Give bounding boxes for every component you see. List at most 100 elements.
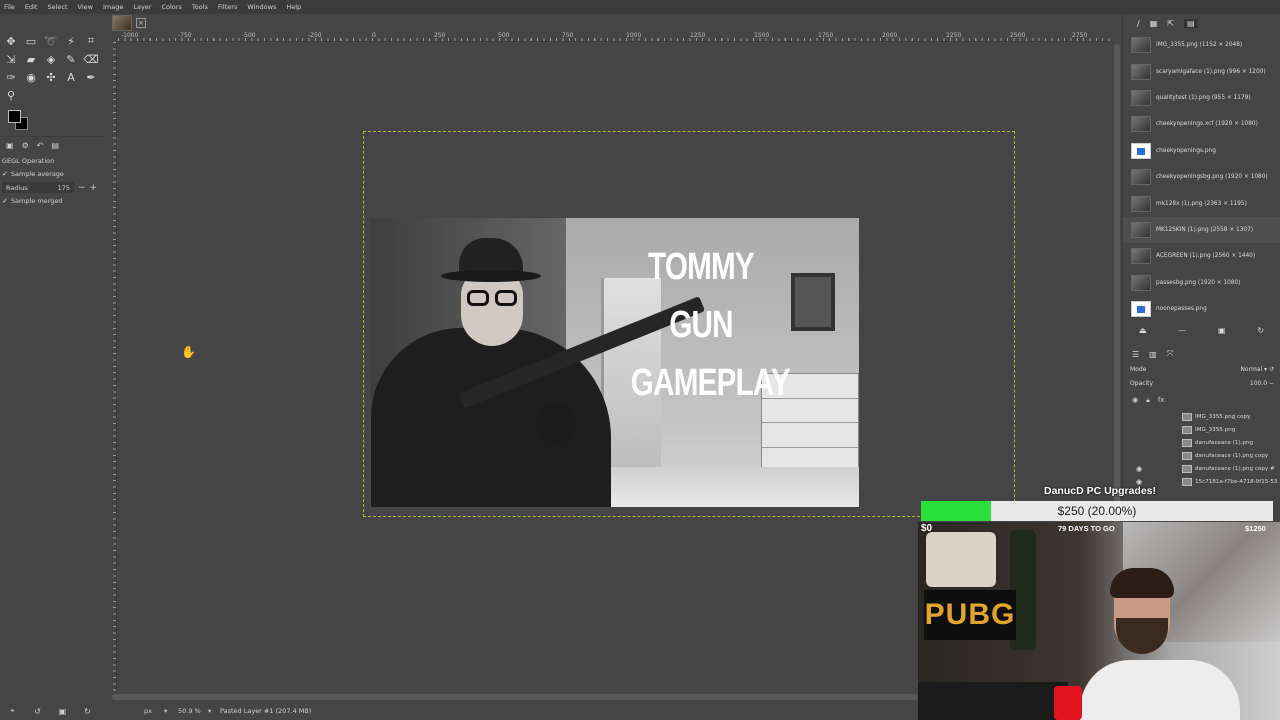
donation-amount: $250 (20.00%)	[1057, 504, 1137, 518]
brushes-tab-icon[interactable]: ∕	[1137, 19, 1140, 28]
ruler-label: 1250	[690, 32, 706, 39]
image-list-item[interactable]: noonepasses.png	[1123, 296, 1280, 322]
close-icon[interactable]: ×	[136, 18, 146, 28]
new-view-icon[interactable]: ▣	[1218, 326, 1226, 335]
lock-icon[interactable]: 🔒︎	[1146, 396, 1150, 405]
menu-windows[interactable]: Windows	[247, 3, 276, 11]
webcam-streamer-hair	[1110, 568, 1174, 598]
plus-icon[interactable]: +	[90, 183, 98, 193]
menu-layer[interactable]: Layer	[133, 3, 151, 11]
refresh-icon[interactable]: ↻	[1257, 326, 1264, 335]
mode-label: Mode	[1130, 365, 1147, 373]
raise-view-icon[interactable]: ⏏	[1139, 326, 1147, 335]
crop-tool-icon[interactable]: ⌗	[81, 32, 101, 50]
image-tab-thumbnail[interactable]	[112, 15, 132, 31]
horizontal-scrollbar[interactable]	[112, 694, 918, 700]
sample-average-option[interactable]: ✓ Sample average	[0, 168, 104, 180]
device-status-tab-icon[interactable]: ⚙	[22, 141, 29, 150]
image-list-item[interactable]: cheekyopeningsbg.png (1920 × 1080)	[1123, 164, 1280, 190]
ruler-label: 2500	[1010, 32, 1026, 39]
canvas-image[interactable]: TOMMY GUN GAMEPLAY	[371, 218, 859, 507]
foreground-color-swatch[interactable]	[8, 110, 21, 123]
smudge-tool-icon[interactable]: ◉	[21, 68, 41, 86]
donation-min-label: $0	[921, 523, 933, 534]
layer-row[interactable]: IMG_3355.png copy	[1122, 410, 1280, 423]
fx-icon[interactable]: fx	[1158, 396, 1165, 404]
warp-tool-icon[interactable]: ▰	[21, 50, 41, 68]
image-list-item[interactable]: ACEGREEN (1).png (2560 × 1440)	[1123, 243, 1280, 269]
images-icon[interactable]: ▣	[50, 707, 75, 716]
undo-history-tab-icon[interactable]: ↶	[37, 141, 44, 150]
images-tab-icon[interactable]: ▤	[51, 141, 59, 150]
layer-row[interactable]: danufaceace (1).png	[1122, 436, 1280, 449]
unified-transform-tool-icon[interactable]: ⇲	[1, 50, 21, 68]
move-tool-icon[interactable]: ✥	[1, 32, 21, 50]
eye-icon[interactable]: ◉	[1136, 465, 1182, 473]
ruler-label: 0	[372, 32, 376, 39]
fonts-tab-icon[interactable]: ⇱	[1167, 19, 1174, 28]
paths-tool-icon[interactable]: ✣	[41, 68, 61, 86]
tool-grid: ✥ ▭ ➰ ⚡ ⌗ ⇲ ▰ ◈ ✎ ⌫ ✑ ◉ ✣ A ✒ ⚲	[0, 30, 104, 104]
image-list-item[interactable]: cheekyopenings.png	[1123, 138, 1280, 164]
image-list-item[interactable]: passesbg.png (1920 × 1080)	[1123, 270, 1280, 296]
bucket-fill-tool-icon[interactable]: ◈	[41, 50, 61, 68]
minus-icon[interactable]: −	[78, 183, 86, 193]
ruler-corner[interactable]	[108, 32, 118, 42]
unit-select[interactable]: px	[144, 707, 164, 715]
chevron-down-icon[interactable]: ▾	[164, 707, 178, 715]
paintbrush-tool-icon[interactable]: ✎	[61, 50, 81, 68]
menubar: File Edit Select View Image Layer Colors…	[0, 0, 1280, 14]
mode-select[interactable]: Normal ▾ ↺	[1240, 366, 1274, 373]
zoom-tool-icon[interactable]: ⚲	[1, 86, 21, 104]
tool-options-tab-icon[interactable]: ▣	[6, 141, 14, 150]
zoom-select[interactable]: 50.9 %	[178, 707, 208, 715]
fuzzy-select-tool-icon[interactable]: ⚡	[61, 32, 81, 50]
layers-tab-icon[interactable]: ☰	[1132, 350, 1139, 359]
image-list-item[interactable]: mk128x (1).png (2363 × 1195)	[1123, 190, 1280, 216]
menu-view[interactable]: View	[78, 3, 93, 11]
eraser-tool-icon[interactable]: ⌫	[81, 50, 101, 68]
paths-tab-icon[interactable]: ⤧	[1167, 349, 1173, 359]
menu-help[interactable]: Help	[286, 3, 301, 11]
images-tab-icon[interactable]: ▤	[1183, 18, 1198, 28]
tool-options-title: GEGL Operation	[2, 157, 55, 165]
image-list-item[interactable]: IMG_3355.png (1152 × 2048)	[1123, 32, 1280, 58]
menu-tools[interactable]: Tools	[192, 3, 208, 11]
reset-icon[interactable]: ↻	[75, 707, 100, 716]
channels-tab-icon[interactable]: ▥	[1149, 350, 1157, 359]
rect-select-tool-icon[interactable]: ▭	[21, 32, 41, 50]
image-list-item-label: qualitytest (1).png (955 × 1179)	[1156, 94, 1251, 101]
ruler-label: 2250	[946, 32, 962, 39]
layer-row[interactable]: IMG_3355.png	[1122, 423, 1280, 436]
menu-select[interactable]: Select	[47, 3, 67, 11]
thumbnail-title: TOMMY GUN GAMEPLAY	[631, 238, 791, 412]
pointer-info-icon[interactable]: ⌖	[0, 706, 25, 716]
menu-image[interactable]: Image	[103, 3, 123, 11]
chevron-down-icon[interactable]: ▾	[208, 707, 220, 715]
patterns-tab-icon[interactable]: ▦	[1150, 19, 1158, 28]
image-list-item[interactable]: qualitytest (1).png (955 × 1179)	[1123, 85, 1280, 111]
image-list-item[interactable]: scaryamigaface (1).png (996 × 1200)	[1123, 58, 1280, 84]
color-picker-tool-icon[interactable]: ✒	[81, 68, 101, 86]
close-view-icon[interactable]: —	[1178, 326, 1186, 335]
image-thumbnail	[1131, 274, 1151, 291]
layer-row[interactable]: danufaceace (1).png copy	[1122, 449, 1280, 462]
airbrush-tool-icon[interactable]: ✑	[1, 68, 21, 86]
opacity-slider[interactable]: 100.0 −	[1250, 380, 1274, 387]
eye-icon[interactable]: ◉	[1132, 396, 1138, 404]
radius-control: Radius 175 − +	[2, 182, 102, 193]
image-list-item-selected[interactable]: MK12SKIN (1).png (2558 × 1307)	[1123, 216, 1280, 244]
text-tool-icon[interactable]: A	[61, 68, 81, 86]
menu-filters[interactable]: Filters	[218, 3, 237, 11]
menu-colors[interactable]: Colors	[161, 3, 181, 11]
horizontal-ruler[interactable]: -1000 -750 -500 -250 0 250 500 750 1000 …	[118, 32, 1112, 42]
radius-slider[interactable]: Radius 175	[2, 182, 74, 193]
sample-merged-option[interactable]: ✓ Sample merged	[0, 195, 104, 207]
vertical-ruler[interactable]	[108, 42, 117, 692]
layer-row[interactable]: ◉ danufaceace (1).png copy #	[1122, 462, 1280, 475]
menu-edit[interactable]: Edit	[25, 3, 38, 11]
menu-file[interactable]: File	[4, 3, 15, 11]
lasso-tool-icon[interactable]: ➰	[41, 32, 61, 50]
undo-icon[interactable]: ↺	[25, 707, 50, 716]
image-list-item[interactable]: cheekyopenings.xcf (1920 × 1080)	[1123, 111, 1280, 137]
